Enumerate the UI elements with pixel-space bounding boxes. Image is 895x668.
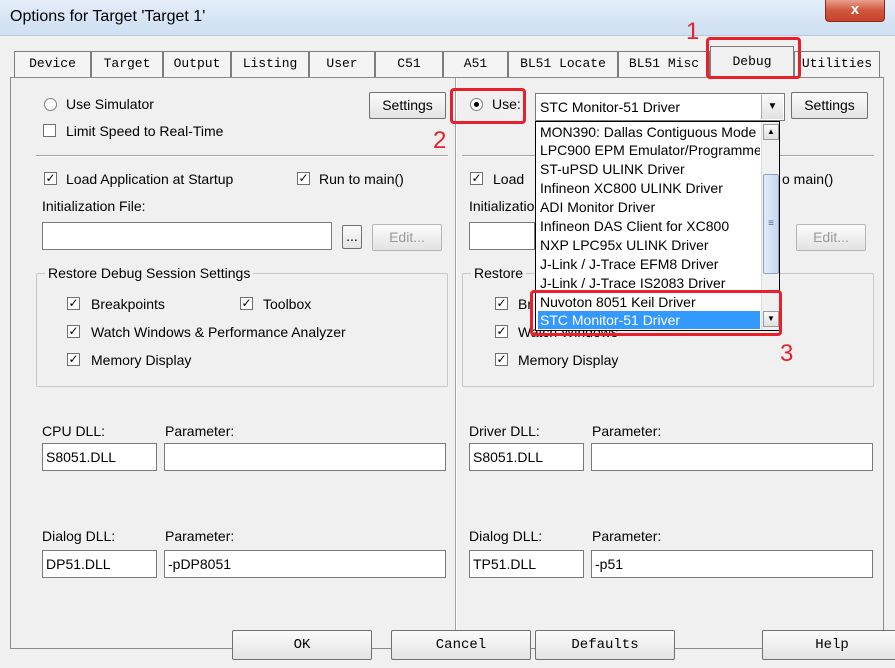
tab-c51[interactable]: C51 [375, 51, 443, 77]
watch-windows-label: Watch Windows & Performance Analyzer [91, 324, 346, 340]
run-to-main-checkbox[interactable]: ✓ [297, 172, 310, 185]
tab-user[interactable]: User [309, 51, 375, 77]
limit-speed-checkbox[interactable] [43, 124, 56, 137]
breakpoints-label: Breakpoints [91, 296, 165, 312]
load-app-label: Load Application at Startup [66, 171, 234, 187]
cpu-param-input[interactable] [164, 443, 446, 471]
tab-bl51-misc[interactable]: BL51 Misc [618, 51, 710, 77]
tab-utilities[interactable]: Utilities [794, 51, 880, 77]
chevron-down-icon[interactable]: ▼ [761, 95, 783, 119]
right-memory-display-checkbox[interactable]: ✓ [495, 353, 508, 366]
annotation-number-3: 3 [780, 340, 794, 367]
driver-option[interactable]: Infineon XC800 ULINK Driver [538, 179, 760, 197]
dialog-dll-label: Dialog DLL: [42, 528, 116, 544]
right-load-app-label: Load [493, 171, 525, 187]
driver-option[interactable]: J-Link / J-Trace EFM8 Driver [538, 255, 760, 273]
driver-option[interactable]: ST-uPSD ULINK Driver [538, 160, 760, 178]
annotation-number-1: 1 [686, 18, 700, 45]
dialog-dll-input[interactable]: DP51.DLL [42, 550, 157, 578]
breakpoints-checkbox[interactable]: ✓ [67, 297, 80, 310]
scroll-up-icon[interactable]: ▲ [763, 124, 779, 140]
scroll-thumb[interactable]: ≡ [763, 174, 779, 274]
help-button[interactable]: Help [762, 630, 895, 660]
right-memory-display-label: Memory Display [518, 352, 619, 368]
panel-divider-highlight [456, 78, 457, 648]
driver-dll-label: Driver DLL: [469, 423, 540, 439]
right-dialog-param-input[interactable]: -p51 [591, 550, 873, 578]
driver-param-label: Parameter: [592, 423, 662, 439]
close-button[interactable]: x [825, 0, 885, 22]
right-watch-windows-checkbox[interactable]: ✓ [495, 325, 508, 338]
annotation-number-2: 2 [433, 127, 447, 154]
driver-option[interactable]: Infineon DAS Client for XC800 [538, 217, 760, 235]
memory-display-checkbox[interactable]: ✓ [67, 353, 80, 366]
driver-option[interactable]: ADI Monitor Driver [538, 198, 760, 216]
annotation-box-3 [530, 290, 782, 336]
init-file-edit-button[interactable]: Edit... [372, 224, 442, 251]
right-init-file-label: Initializatio [469, 198, 535, 214]
limit-speed-label: Limit Speed to Real-Time [66, 123, 224, 139]
watch-windows-checkbox[interactable]: ✓ [67, 325, 80, 338]
right-dialog-dll-input[interactable]: TP51.DLL [469, 550, 584, 578]
left-separator [36, 155, 448, 157]
toolbox-label: Toolbox [263, 296, 312, 312]
simulator-settings-button[interactable]: Settings [369, 92, 446, 119]
tab-bl51-locate[interactable]: BL51 Locate [508, 51, 618, 77]
cpu-param-label: Parameter: [165, 423, 235, 439]
tab-output[interactable]: Output [163, 51, 231, 77]
driver-option[interactable]: NXP LPC95x ULINK Driver [538, 236, 760, 254]
annotation-box-1 [706, 37, 801, 79]
right-restore-settings-title: Restore [471, 265, 527, 281]
use-simulator-label: Use Simulator [66, 96, 154, 112]
annotation-box-2 [450, 88, 526, 124]
dialog-param-label: Parameter: [165, 528, 235, 544]
load-app-checkbox[interactable]: ✓ [44, 172, 57, 185]
right-init-file-input[interactable] [469, 222, 535, 250]
init-file-label: Initialization File: [42, 198, 146, 214]
dialog-param-input[interactable]: -pDP8051 [164, 550, 446, 578]
toolbox-checkbox[interactable]: ✓ [240, 297, 253, 310]
driver-option[interactable]: MON390: Dallas Contiguous Mode [538, 123, 760, 141]
driver-select-value: STC Monitor-51 Driver [540, 99, 681, 115]
run-to-main-label: Run to main() [319, 171, 404, 187]
right-dialog-dll-label: Dialog DLL: [469, 528, 543, 544]
cpu-dll-input[interactable]: S8051.DLL [42, 443, 157, 471]
right-init-file-edit-button[interactable]: Edit... [796, 224, 866, 251]
ok-button[interactable]: OK [232, 630, 372, 660]
cpu-dll-label: CPU DLL: [42, 423, 106, 439]
driver-param-input[interactable] [591, 443, 873, 471]
right-dialog-param-label: Parameter: [592, 528, 662, 544]
driver-option[interactable]: LPC900 EPM Emulator/Programmer [538, 141, 760, 159]
defaults-button[interactable]: Defaults [535, 630, 675, 660]
driver-settings-button[interactable]: Settings [791, 92, 868, 119]
window-title: Options for Target 'Target 1' [10, 8, 206, 25]
restore-settings-title: Restore Debug Session Settings [45, 265, 254, 281]
right-load-app-checkbox[interactable]: ✓ [470, 172, 483, 185]
use-simulator-radio[interactable] [44, 98, 57, 111]
memory-display-label: Memory Display [91, 352, 192, 368]
right-run-to-main-label: o main() [782, 171, 834, 187]
cancel-button[interactable]: Cancel [391, 630, 531, 660]
right-breakpoints-checkbox[interactable]: ✓ [495, 297, 508, 310]
tab-device[interactable]: Device [14, 51, 91, 77]
tab-listing[interactable]: Listing [231, 51, 309, 77]
init-file-input[interactable] [42, 222, 332, 250]
driver-select[interactable]: STC Monitor-51 Driver ▼ [535, 93, 785, 121]
init-file-browse-button[interactable]: ... [342, 225, 362, 249]
tab-target[interactable]: Target [91, 51, 163, 77]
driver-dll-input[interactable]: S8051.DLL [469, 443, 584, 471]
tab-a51[interactable]: A51 [443, 51, 508, 77]
title-bar: Options for Target 'Target 1' x [0, 0, 895, 36]
